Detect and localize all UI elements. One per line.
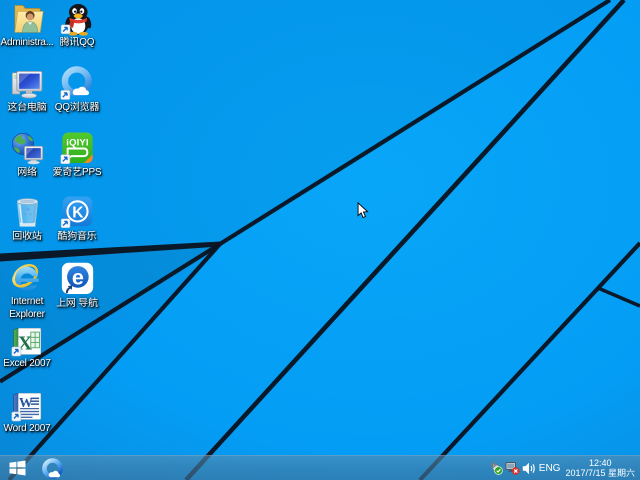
windows-logo-icon: [9, 460, 26, 476]
qq-browser-icon: [60, 66, 95, 101]
internet-explorer-icon: [9, 262, 45, 295]
kugou-music-icon: K: [60, 195, 95, 230]
desktop-icon-label: 酷狗音乐: [45, 230, 109, 243]
language-indicator[interactable]: ENG: [539, 463, 561, 474]
recycle-bin-icon: [10, 195, 45, 230]
desktop-icon-label: 腾讯QQ: [45, 36, 109, 49]
qq-browser-taskbar-icon: [42, 458, 63, 479]
clock-time: 12:40: [565, 458, 635, 468]
desktop-icon-label: Word 2007: [0, 422, 59, 435]
mouse-cursor: [357, 202, 369, 219]
desktop-icon-word-2007[interactable]: W Word 2007: [0, 392, 59, 435]
desktop-icon-kugou-music[interactable]: K 酷狗音乐: [45, 195, 109, 243]
svg-text:e: e: [71, 264, 83, 289]
svg-text:iQIYI: iQIYI: [66, 137, 88, 148]
start-button[interactable]: [0, 456, 35, 480]
desktop-icon-tencent-qq[interactable]: 腾讯QQ: [45, 1, 109, 49]
web-navigation-icon: e: [60, 262, 95, 297]
desktop-icon-qq-browser[interactable]: QQ浏览器: [45, 66, 109, 114]
svg-text:K: K: [72, 204, 84, 221]
excel-2007-icon: X: [11, 327, 44, 357]
system-tray: ENG 12:40 2017/7/15 星期六: [488, 456, 640, 480]
tencent-qq-icon: [60, 1, 95, 36]
taskbar: ENG 12:40 2017/7/15 星期六: [0, 455, 640, 480]
taskbar-clock[interactable]: 12:40 2017/7/15 星期六: [565, 458, 635, 478]
desktop-icon-label: 爱奇艺PPS: [45, 166, 109, 179]
desktop-icon-excel-2007[interactable]: X Excel 2007: [0, 327, 59, 370]
iqiyi-pps-icon: iQIYI: [60, 131, 95, 166]
volume-icon[interactable]: [522, 462, 536, 475]
desktop: Administra... 这台电脑: [0, 0, 640, 480]
administrator-folder-icon: [10, 1, 45, 36]
this-pc-icon: [10, 66, 45, 101]
desktop-icon-label: 上网 导航: [45, 297, 109, 310]
desktop-icon-label: QQ浏览器: [45, 101, 109, 114]
desktop-icon-web-navigation[interactable]: e 上网 导航: [45, 262, 109, 310]
network-icon: [10, 131, 45, 166]
network-disconnected-icon[interactable]: [505, 461, 520, 475]
desktop-icon-iqiyi-pps[interactable]: iQIYI 爱奇艺PPS: [45, 131, 109, 179]
desktop-icon-label: Excel 2007: [0, 357, 59, 370]
word-2007-icon: W: [11, 392, 44, 422]
clock-date: 2017/7/15 星期六: [565, 468, 635, 478]
taskbar-qq-browser-button[interactable]: [37, 456, 67, 480]
usb-safely-remove-icon[interactable]: [489, 461, 503, 475]
